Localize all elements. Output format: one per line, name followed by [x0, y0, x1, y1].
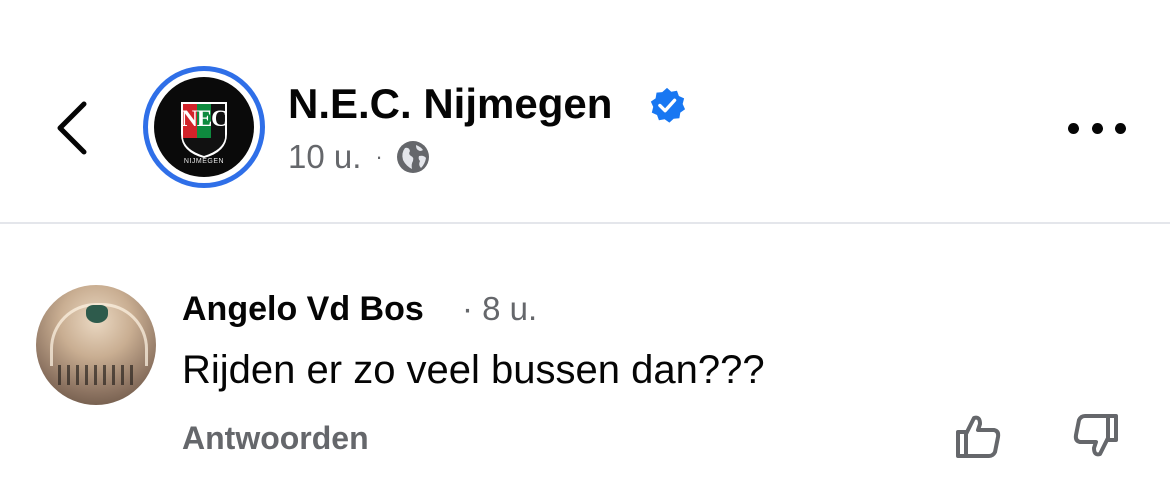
- reply-button[interactable]: Antwoorden: [182, 419, 369, 457]
- commenter-name[interactable]: Angelo Vd Bos: [182, 289, 424, 329]
- logo-subtitle: NIJMEGEN: [183, 158, 225, 165]
- thumbs-up-icon: [956, 415, 1001, 458]
- comment: Angelo Vd Bos · 8 u. Rijden er zo veel b…: [0, 224, 1170, 479]
- meta-separator: ·: [375, 144, 383, 169]
- like-button[interactable]: [952, 410, 1004, 462]
- dislike-button[interactable]: [1070, 410, 1122, 462]
- page-name[interactable]: N.E.C. Nijmegen: [288, 80, 612, 128]
- chevron-left-icon: [57, 101, 87, 155]
- more-horizontal-icon: [1091, 122, 1103, 134]
- page-avatar[interactable]: NEC NIJMEGEN: [143, 66, 265, 188]
- logo-letters: NEC: [181, 106, 228, 131]
- verified-badge-icon: [650, 87, 686, 123]
- more-horizontal-icon: [1115, 122, 1126, 134]
- globe-icon[interactable]: [395, 139, 431, 175]
- more-horizontal-icon: [1068, 122, 1079, 134]
- avatar-gem-decoration: [86, 305, 108, 323]
- post-meta: 10 u. ·: [288, 137, 431, 177]
- avatar-people-decoration: [58, 365, 134, 385]
- comment-time: · 8 u.: [462, 290, 538, 327]
- comment-text: Rijden er zo veel bussen dan???: [182, 348, 765, 392]
- post-header: NEC NIJMEGEN N.E.C. Nijmegen 10 u. ·: [0, 0, 1170, 222]
- more-options-button[interactable]: [1062, 106, 1132, 150]
- nec-logo: NEC NIJMEGEN: [154, 77, 254, 177]
- commenter-avatar[interactable]: [36, 285, 156, 405]
- thumbs-down-icon: [1073, 414, 1118, 457]
- post-time[interactable]: 10 u.: [288, 138, 361, 176]
- back-button[interactable]: [48, 96, 96, 160]
